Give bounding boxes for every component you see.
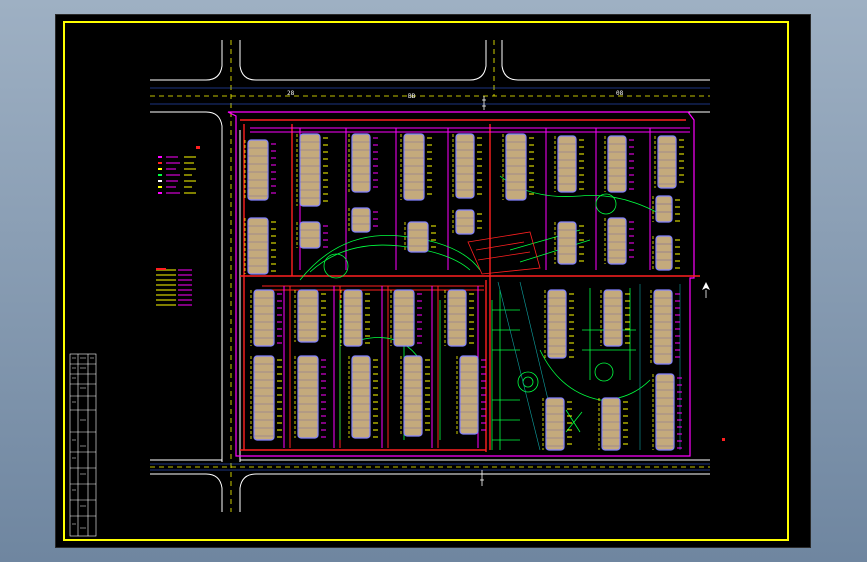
legend-swatch-icon bbox=[158, 174, 162, 176]
building-footprint bbox=[299, 133, 321, 207]
building-footprint bbox=[351, 207, 371, 233]
building-footprint bbox=[653, 289, 673, 365]
building-footprint bbox=[455, 209, 475, 235]
legend-swatch-icon bbox=[158, 180, 162, 182]
building-footprint bbox=[393, 289, 415, 347]
outer-frame bbox=[63, 21, 789, 541]
building-footprint bbox=[607, 135, 627, 193]
building-footprint bbox=[547, 289, 567, 359]
building-footprint bbox=[351, 355, 371, 439]
legend-bottom bbox=[156, 268, 192, 306]
building-footprint bbox=[253, 289, 275, 347]
legend-top bbox=[158, 146, 200, 194]
residential-buildings bbox=[247, 133, 677, 451]
building-footprint bbox=[557, 221, 577, 265]
site-plan-drawing: 28 BB 08 bbox=[63, 21, 789, 541]
building-footprint bbox=[557, 135, 577, 193]
building-footprint bbox=[603, 289, 623, 347]
building-footprint bbox=[299, 221, 321, 249]
building-footprint bbox=[655, 235, 673, 271]
road-marker-bottom bbox=[480, 470, 484, 486]
building-footprint bbox=[655, 195, 673, 223]
road-label-top-left: 28 bbox=[287, 90, 295, 97]
building-footprint bbox=[447, 289, 467, 347]
road-marker-top bbox=[482, 96, 486, 110]
road-label-top-middle: BB bbox=[408, 93, 416, 100]
north-arrow-icon bbox=[702, 282, 710, 298]
legend-swatch-icon bbox=[158, 156, 162, 158]
legend-swatch-icon bbox=[158, 186, 162, 188]
central-plaza bbox=[467, 231, 541, 275]
building-footprint bbox=[253, 355, 275, 441]
building-footprint bbox=[247, 139, 269, 201]
legend-swatch-icon bbox=[158, 162, 162, 164]
title-block-marks bbox=[72, 357, 94, 529]
legend-swatch-icon bbox=[158, 192, 162, 194]
building-footprint bbox=[297, 355, 319, 439]
building-footprint bbox=[343, 289, 363, 347]
building-footprint bbox=[407, 221, 429, 253]
marker-dot bbox=[722, 438, 725, 441]
building-footprint bbox=[607, 217, 627, 265]
building-footprint bbox=[247, 217, 269, 275]
building-footprint bbox=[351, 133, 371, 193]
title-block bbox=[69, 353, 97, 537]
building-footprint bbox=[459, 355, 479, 435]
building-footprint bbox=[655, 373, 675, 451]
road-label-top-right: 08 bbox=[616, 90, 624, 97]
legend-swatch-icon bbox=[158, 168, 162, 170]
